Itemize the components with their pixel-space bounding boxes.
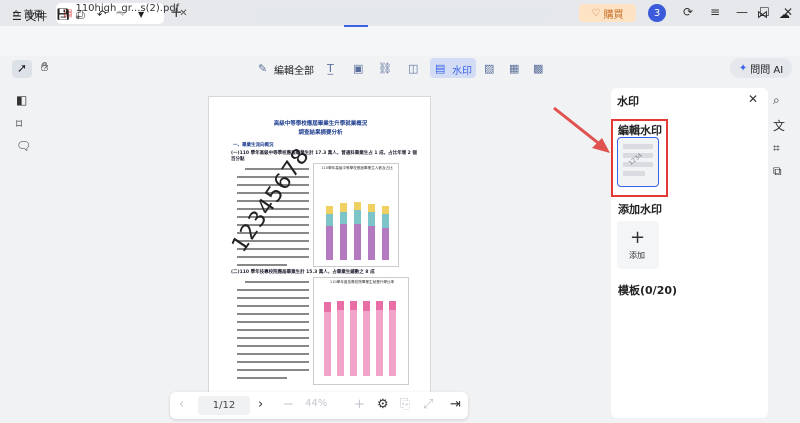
next-page-icon[interactable]: › [258, 397, 263, 412]
new-tab-button[interactable]: + [170, 3, 183, 21]
search-icon[interactable]: ⌕ [773, 93, 780, 108]
tab-label: 110high_gr...s(2).pdf * [75, 2, 180, 25]
chart-bar [337, 301, 344, 310]
plus-icon: + [630, 227, 646, 248]
buy-button[interactable]: ♡ 購買 [579, 4, 636, 22]
chart-bar [326, 214, 333, 226]
zoom-out-icon[interactable]: − [283, 397, 294, 412]
zoom-level[interactable]: 44% [305, 398, 327, 409]
add-link-icon[interactable]: ⛓︎ [378, 62, 392, 75]
chart-bar [340, 203, 347, 212]
heart-icon: ♡ [591, 7, 601, 19]
doc-subheading-2: (二)110 學年技專校院應屆畢業生計 15.3 萬人，占畢業生總數之 8 成 [231, 270, 375, 275]
chart-title: 110學年度技專校院畢業生就業升學比率 [329, 280, 395, 284]
selected-menu-indicator [344, 25, 368, 27]
thumbnails-icon[interactable]: ◧ [16, 93, 27, 107]
fit-width-icon[interactable]: ⤢ [423, 397, 433, 412]
share-icon[interactable]: ⋈ [757, 8, 768, 21]
cursor-icon: ➚ [17, 61, 28, 75]
chart-title: 110學年高級中等學校應屆畢業生人數及占比 [321, 166, 393, 170]
bookmark-icon[interactable]: ⌑ [16, 117, 22, 131]
chart-bar [376, 301, 383, 310]
select-tool-button[interactable]: ➚ [12, 60, 32, 78]
add-watermark-heading: 添加水印 [618, 203, 662, 216]
comment-icon[interactable]: 🗨︎ [16, 139, 31, 153]
compare-icon[interactable]: ⧉ [773, 164, 782, 179]
chart-bar [340, 224, 347, 260]
chart-bar [382, 214, 389, 228]
chart-bar [368, 204, 375, 212]
chart-bar [363, 301, 370, 311]
chart-bar [324, 302, 331, 312]
avatar[interactable]: 3 [648, 4, 666, 22]
chart-bar [382, 228, 389, 260]
chart-enrollment: 110學年高級中等學校應屆畢業生人數及占比 [313, 163, 399, 267]
chart-bar [350, 301, 357, 310]
add-watermark-label: 添加 [629, 251, 645, 260]
edit-all-icon: ✎ [258, 62, 268, 75]
prev-page-icon[interactable]: ‹ [179, 397, 184, 412]
chart-bar [326, 226, 333, 260]
add-image-icon[interactable]: ▣ [353, 62, 363, 75]
undo-icon[interactable]: ↶ [97, 8, 106, 21]
go-to-end-icon[interactable]: ⇥ [450, 397, 461, 412]
chart-bar [368, 226, 375, 260]
page-settings-icon[interactable]: ⚙︎ [377, 397, 389, 412]
minimize-button[interactable]: — [736, 5, 748, 19]
chart-bar [354, 224, 361, 260]
ocr-icon[interactable]: ⌗ [773, 141, 780, 156]
chart-bar [354, 202, 361, 210]
chart-bar [363, 311, 370, 376]
watermark-label: 水印 [452, 66, 472, 77]
annotation-arrow [553, 106, 610, 153]
translate-icon[interactable]: 文 [773, 117, 785, 134]
doc-title-line2: 調查結果摘要分析 [298, 130, 343, 136]
bates-number-icon[interactable]: ▩ [533, 62, 543, 75]
hamburger-icon: ☰ [12, 10, 22, 23]
menu-icon[interactable]: ≡ [710, 5, 720, 19]
chart-bar [324, 312, 331, 376]
tab-document[interactable]: ▤ 110high_gr...s(2).pdf * ✕ [56, 3, 188, 25]
redo-icon[interactable]: ↷ [116, 8, 125, 21]
fit-page-icon[interactable]: ⎘ [400, 397, 410, 412]
doc-subheading: (一)110 學年高級中等學校應屆畢業生計 17.3 萬人，普通科畢業生占 1 … [231, 151, 417, 162]
template-heading: 模板(0/20) [618, 284, 678, 297]
chart-bar [326, 206, 333, 214]
add-text-icon[interactable]: T̲ [327, 62, 334, 75]
edit-toolbar [250, 2, 553, 25]
hand-tool-icon[interactable]: ✋︎ [41, 60, 48, 75]
panel-title: 水印 [617, 95, 639, 108]
chart-employment: 110學年度技專校院畢業生就業升學比率 [313, 277, 409, 385]
chart-bar [382, 206, 389, 214]
chevron-down-icon[interactable]: ▼ [138, 10, 144, 19]
page-number-field[interactable]: 1/12 [198, 396, 250, 415]
background-icon[interactable]: ▨ [484, 62, 494, 75]
chart-bar [376, 310, 383, 376]
file-menu[interactable]: ☰ 文件 [12, 8, 47, 24]
doc-section-heading: 一、畢業生流向概況 [233, 143, 274, 148]
menu-bar [0, 26, 800, 56]
header-footer-icon[interactable]: ▦ [509, 62, 519, 75]
crop-icon[interactable]: ◫ [408, 62, 418, 75]
chart-bar [389, 310, 396, 376]
save-icon[interactable]: 💾︎ [56, 8, 70, 21]
doc-title-line1: 高級中等學校應屆畢業生升學就業概況 [273, 121, 368, 127]
chart-bar [340, 212, 347, 224]
print-icon[interactable]: ⎙ [76, 8, 85, 22]
chart-bar [354, 210, 361, 224]
chart-bar [350, 310, 357, 376]
ai-sparkle-icon: ✦ [738, 62, 748, 74]
chart-bar [389, 301, 396, 310]
watermark-icon: ▤ [435, 62, 446, 75]
edit-all-button[interactable]: 編輯全部 [274, 62, 314, 77]
ask-ai-button[interactable]: ✦ 問問 AI [730, 58, 792, 78]
cloud-upload-icon[interactable]: ☁ [779, 8, 790, 21]
chart-bar [368, 212, 375, 226]
zoom-in-icon[interactable]: + [354, 397, 365, 412]
close-icon[interactable]: ✕ [748, 92, 758, 106]
sync-icon[interactable]: ⟳ [683, 5, 693, 19]
chart-bar [337, 310, 344, 376]
